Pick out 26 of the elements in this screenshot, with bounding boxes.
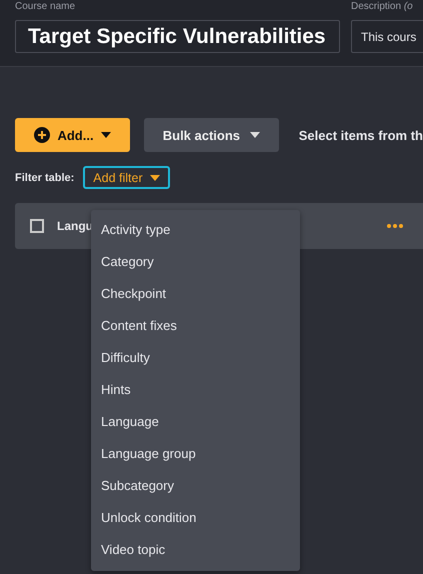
menu-item[interactable]: Hints — [91, 373, 300, 405]
field-label: Description (o — [351, 1, 414, 14]
menu-item[interactable]: Unlock condition — [91, 501, 300, 533]
field-label: Course name — [15, 1, 76, 14]
caret-icon — [100, 132, 111, 138]
add-button[interactable]: Add... — [15, 118, 130, 152]
caret-icon — [150, 174, 160, 180]
menu-item[interactable]: Category — [91, 245, 300, 277]
menu-item[interactable]: Language — [91, 405, 300, 437]
more-icon[interactable] — [387, 224, 403, 228]
add-filter-dropdown[interactable]: Add filter — [83, 166, 170, 189]
checkbox[interactable] — [30, 219, 44, 233]
menu-item[interactable]: Subcategory — [91, 469, 300, 501]
menu-item[interactable]: Content fixes — [91, 309, 300, 341]
bulk-actions-button[interactable]: Bulk actions — [144, 118, 279, 152]
menu-item[interactable]: Video topic — [91, 533, 300, 565]
menu-item[interactable]: Checkpoint — [91, 277, 300, 309]
filter-label: Filter table: — [15, 172, 74, 184]
hint-text: Select items from th — [298, 128, 423, 142]
plus-icon — [34, 127, 50, 143]
menu-item[interactable]: Language group — [91, 437, 300, 469]
menu-item[interactable]: Difficulty — [91, 341, 300, 373]
input-field[interactable]: This cours — [351, 20, 423, 53]
menu-item[interactable]: Activity type — [91, 213, 300, 245]
input-field[interactable]: Target Specific Vulnerabilities — [15, 20, 340, 53]
caret-icon — [250, 132, 260, 138]
